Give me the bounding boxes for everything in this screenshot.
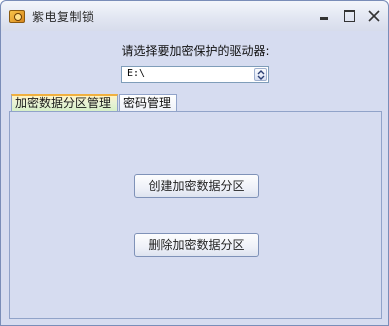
minimize-button[interactable]: [313, 6, 335, 26]
window-title: 紫电复制锁: [32, 10, 95, 24]
maximize-icon: [343, 10, 355, 22]
tab-password[interactable]: 密码管理: [119, 94, 177, 111]
tab-panel: [9, 111, 382, 319]
maximize-button[interactable]: [338, 6, 360, 26]
dropdown-button[interactable]: [254, 68, 267, 81]
app-window: 紫电复制锁 请选择要加密保护的驱动器: E:\ 加密数据分区管理 密码管理 创建…: [0, 0, 389, 326]
drive-select-value: E:\: [127, 68, 146, 79]
close-button[interactable]: [363, 6, 385, 26]
delete-partition-button[interactable]: 删除加密数据分区: [134, 233, 259, 257]
title-bar[interactable]: 紫电复制锁: [1, 1, 388, 31]
lock-app-icon: [9, 10, 25, 23]
drive-prompt-label: 请选择要加密保护的驱动器:: [121, 44, 270, 58]
drive-select[interactable]: E:\: [121, 66, 269, 83]
chevron-updown-icon: [257, 70, 265, 80]
tab-encrypted-partition[interactable]: 加密数据分区管理: [11, 94, 118, 111]
close-icon: [368, 10, 380, 22]
minimize-icon: [320, 17, 328, 20]
create-partition-button[interactable]: 创建加密数据分区: [134, 174, 259, 198]
